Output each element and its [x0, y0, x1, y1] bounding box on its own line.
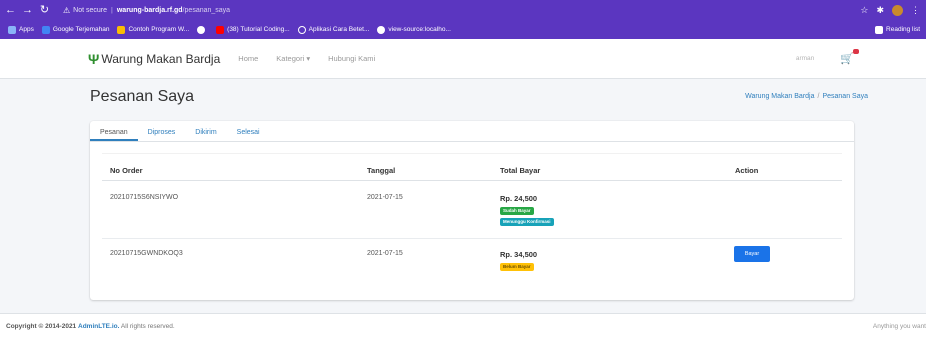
warning-icon: ⚠ — [63, 5, 71, 15]
brand-name: Warung Makan Bardja — [101, 51, 221, 66]
status-badge: Belum Bayar — [500, 263, 534, 271]
profile-avatar[interactable] — [892, 4, 903, 16]
order-number: 20210715GWNDKOQ3 — [110, 250, 183, 257]
table-row: 20210715S6NSIYWO 2021-07-15 Rp. 24,500 S… — [102, 182, 842, 239]
cart-badge — [853, 49, 859, 54]
nav-user[interactable]: arman — [796, 55, 814, 62]
orders-card: Pesanan Diproses Dikirim Selesai No Orde… — [90, 121, 854, 300]
tab-pesanan[interactable]: Pesanan — [90, 129, 138, 141]
column-header-no-order: No Order — [110, 166, 143, 175]
status-badge: Menunggu Konfirmasi — [500, 218, 554, 226]
order-number: 20210715S6NSIYWO — [110, 194, 179, 201]
order-date: 2021-07-15 — [367, 250, 403, 257]
fork-knife-icon: Ψ — [88, 50, 100, 67]
breadcrumb: Warung Makan Bardja / Pesanan Saya — [745, 93, 868, 100]
github-icon — [377, 25, 386, 34]
brand[interactable]: Ψ Warung Makan Bardja — [88, 51, 220, 67]
order-total: Rp. 24,500 — [500, 194, 538, 203]
bookmark-label: Google Terjemahan — [52, 26, 110, 33]
tab-selesai[interactable]: Selesai — [227, 129, 270, 141]
column-header-action: Action — [735, 166, 759, 175]
url-path: /pesanan_saya — [182, 6, 231, 14]
bookmark-label: Aplikasi Cara Betet... — [308, 26, 370, 33]
bookmark-label: view-source:localho... — [388, 26, 451, 33]
top-navbar: Ψ Warung Makan Bardja Home Kategori ▾ Hu… — [0, 39, 926, 79]
bookmark-google-translate[interactable]: Google Terjemahan — [41, 25, 110, 34]
table-row: 20210715GWNDKOQ3 2021-07-15 Rp. 34,500 B… — [102, 239, 842, 279]
bookmark-label: Apps — [19, 26, 34, 33]
address-bar[interactable]: ⚠ Not secure | warung-bardja.rf.gd /pesa… — [59, 3, 859, 17]
forward-icon[interactable]: → — [21, 4, 34, 17]
bookmark-contoh-program[interactable]: Contoh Program W... — [117, 25, 190, 34]
reading-list-label: Reading list — [886, 26, 920, 33]
status-tabs: Pesanan Diproses Dikirim Selesai — [90, 121, 270, 141]
reading-list[interactable]: Reading list — [875, 25, 920, 34]
circle-icon — [297, 25, 306, 34]
bookmarks-bar: Apps Google Terjemahan Contoh Program W.… — [0, 20, 926, 39]
reload-icon[interactable]: ↻ — [38, 4, 51, 17]
cart-icon[interactable]: 🛒 — [840, 49, 859, 65]
github-icon — [197, 25, 206, 34]
star-icon[interactable]: ☆ — [860, 5, 868, 16]
footer-tagline: Anything you want — [872, 323, 926, 330]
tabs-divider — [90, 141, 854, 142]
footer-copyright: Copyright © 2014-2021 AdminLTE.io. All r… — [6, 323, 175, 330]
bookmark-youtube[interactable]: (38) Tutorial Coding... — [216, 25, 290, 34]
bookmark-aplikasi[interactable]: Aplikasi Cara Betet... — [297, 25, 370, 34]
rights-text: All rights reserved. — [120, 323, 175, 330]
footer: Copyright © 2014-2021 AdminLTE.io. All r… — [0, 313, 926, 338]
order-date: 2021-07-15 — [367, 194, 403, 201]
tab-diproses[interactable]: Diproses — [138, 129, 186, 141]
nav-hubungi-kami[interactable]: Hubungi Kami — [328, 54, 375, 63]
tab-dikirim[interactable]: Dikirim — [185, 129, 226, 141]
back-icon[interactable]: ← — [4, 4, 17, 17]
url-host: warung-bardja.rf.gd — [116, 6, 183, 14]
bookmark-view-source[interactable]: view-source:localho... — [377, 25, 451, 34]
lightning-icon — [117, 25, 126, 34]
not-secure-label: Not secure — [73, 6, 108, 14]
page-title: Pesanan Saya — [90, 88, 195, 105]
bookmark-label: (38) Tutorial Coding... — [227, 26, 290, 33]
url-separator: | — [111, 6, 113, 14]
column-header-tanggal: Tanggal — [367, 166, 396, 175]
status-badge: Sudah Bayar — [500, 207, 534, 215]
youtube-icon — [216, 25, 225, 34]
reading-list-icon — [875, 25, 884, 34]
breadcrumb-separator: / — [817, 93, 820, 100]
bayar-button[interactable]: Bayar — [734, 246, 770, 262]
breadcrumb-home[interactable]: Warung Makan Bardja — [745, 93, 814, 100]
translate-icon — [41, 25, 50, 34]
bookmark-label: Contoh Program W... — [128, 26, 190, 33]
bookmark-apps[interactable]: Apps — [8, 25, 34, 34]
breadcrumb-current: Pesanan Saya — [822, 93, 868, 100]
column-header-total-bayar: Total Bayar — [500, 166, 541, 175]
copyright-text: Copyright © 2014-2021 — [6, 323, 77, 330]
bookmark-github[interactable] — [197, 25, 208, 34]
order-total: Rp. 34,500 — [500, 250, 538, 259]
table-header: No Order Tanggal Total Bayar Action — [102, 153, 842, 181]
extensions-icon[interactable]: ✱ — [876, 5, 884, 16]
nav-kategori[interactable]: Kategori ▾ — [276, 54, 310, 63]
nav-home[interactable]: Home — [238, 54, 258, 63]
adminlte-link[interactable]: AdminLTE.io. — [78, 323, 119, 330]
apps-grid-icon — [8, 25, 16, 34]
browser-toolbar: ← → ↻ ⚠ Not secure | warung-bardja.rf.gd… — [0, 0, 926, 20]
menu-icon[interactable]: ⋮ — [911, 5, 920, 16]
